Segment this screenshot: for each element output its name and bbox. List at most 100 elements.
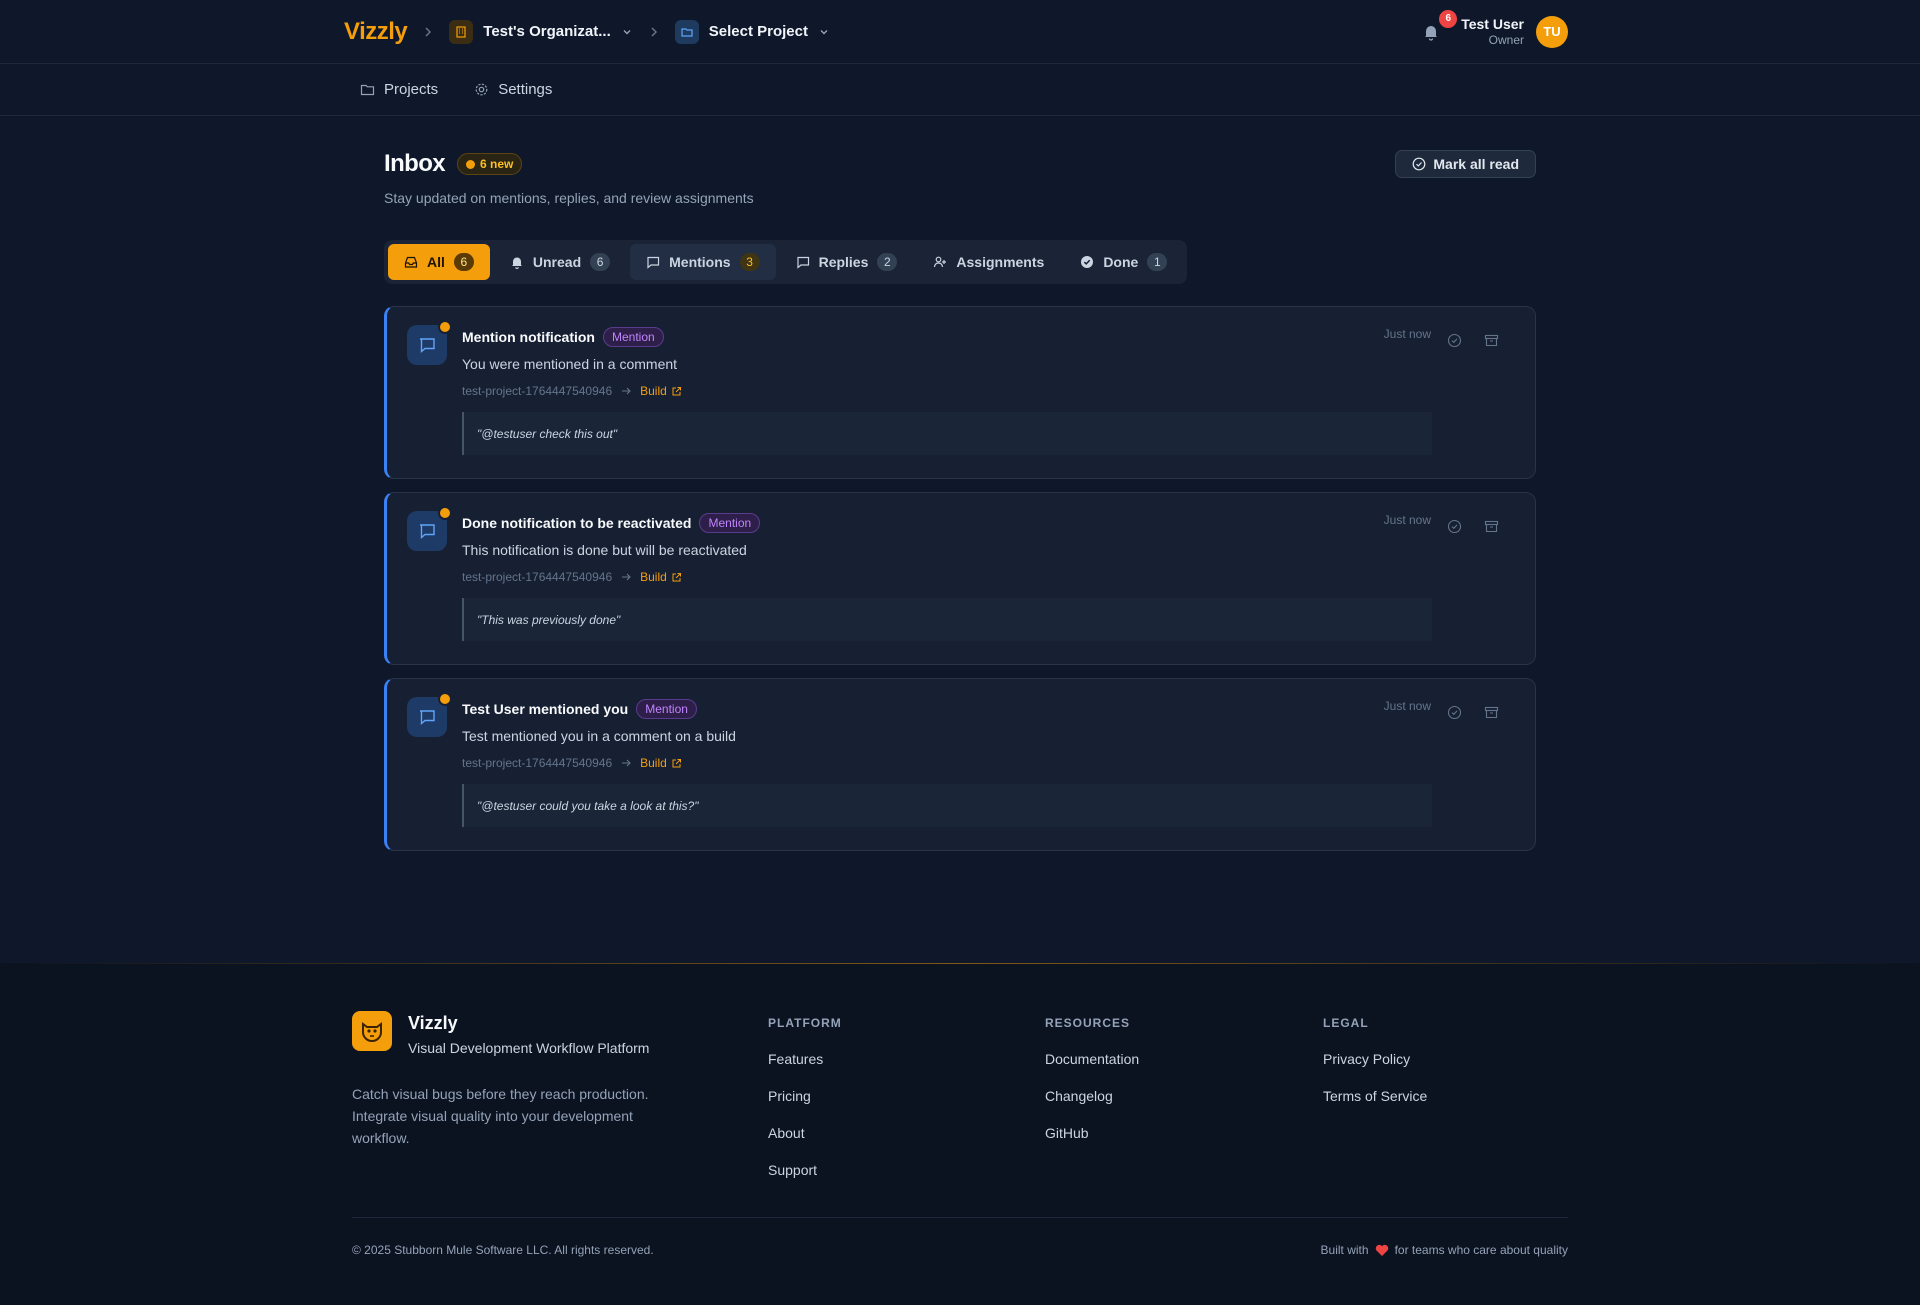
- build-link[interactable]: Build: [640, 384, 682, 398]
- mark-all-read-label: Mark all read: [1433, 156, 1519, 172]
- notification-card[interactable]: Test User mentioned you Mention Test men…: [384, 678, 1536, 851]
- notification-time: Just now: [1383, 513, 1431, 527]
- copyright: © 2025 Stubborn Mule Software LLC. All r…: [352, 1243, 654, 1257]
- tab-assignments[interactable]: Assignments: [917, 244, 1060, 280]
- vizzly-logo[interactable]: Vizzly: [344, 18, 408, 46]
- notification-text: This notification is done but will be re…: [462, 542, 747, 558]
- chevron-right-icon: [421, 25, 435, 39]
- notification-card[interactable]: Mention notification Mention You were me…: [384, 306, 1536, 479]
- org-name: Test's Organizat...: [483, 23, 611, 40]
- footer-link-changelog[interactable]: Changelog: [1045, 1088, 1139, 1104]
- notification-count-badge: 6: [1439, 9, 1458, 28]
- build-link[interactable]: Build: [640, 570, 682, 584]
- new-count-badge: 6 new: [457, 153, 523, 175]
- footer-column-heading: RESOURCES: [1045, 1016, 1131, 1030]
- footer-description: Catch visual bugs before they reach prod…: [352, 1086, 649, 1146]
- footer-tagline: Visual Development Workflow Platform: [408, 1040, 650, 1056]
- footer-link-privacy[interactable]: Privacy Policy: [1323, 1051, 1427, 1067]
- external-link-icon: [671, 386, 682, 397]
- notification-time: Just now: [1383, 327, 1431, 341]
- mark-done-icon[interactable]: [1447, 705, 1462, 720]
- notification-list: Mention notification Mention You were me…: [384, 306, 1536, 851]
- folder-icon: [360, 82, 375, 97]
- check-circle-icon: [1412, 157, 1426, 171]
- mention-badge: Mention: [636, 699, 697, 719]
- external-link-icon: [671, 572, 682, 583]
- project-name: test-project-1764447540946: [462, 756, 613, 770]
- nav-settings-label: Settings: [498, 81, 553, 98]
- footer-link-support[interactable]: Support: [768, 1162, 842, 1178]
- comment-quote: "@testuser check this out": [462, 412, 1432, 455]
- top-bar: Vizzly Test's Organizat... Select Projec…: [0, 0, 1920, 64]
- tab-replies[interactable]: Replies 2: [780, 244, 914, 280]
- footer-link-about[interactable]: About: [768, 1125, 842, 1141]
- page-title: Inbox: [384, 150, 446, 177]
- comment-icon: [646, 255, 660, 269]
- footer-link-pricing[interactable]: Pricing: [768, 1088, 842, 1104]
- footer-column-heading: PLATFORM: [768, 1016, 842, 1030]
- footer-link-features[interactable]: Features: [768, 1051, 842, 1067]
- arrow-right-icon: [620, 757, 632, 769]
- notification-text: You were mentioned in a comment: [462, 356, 678, 372]
- user-name: Test User: [1461, 15, 1524, 32]
- tab-done-label: Done: [1103, 254, 1139, 270]
- nav-settings[interactable]: Settings: [474, 81, 552, 98]
- footer-column-legal: LEGAL Privacy Policy Terms of Service: [1323, 1011, 1427, 1104]
- tab-unread-label: Unread: [532, 254, 582, 270]
- notification-card[interactable]: Done notification to be reactivated Ment…: [384, 492, 1536, 665]
- build-link-label: Build: [640, 756, 667, 770]
- tab-done[interactable]: Done 1: [1064, 244, 1183, 280]
- sub-navigation: Projects Settings: [0, 64, 1920, 116]
- footer-brand-name: Vizzly: [408, 1013, 458, 1033]
- notifications-button[interactable]: 6: [1419, 9, 1458, 44]
- project-name: Select Project: [708, 23, 808, 40]
- tab-mentions[interactable]: Mentions 3: [630, 244, 776, 280]
- tab-unread[interactable]: Unread 6: [494, 244, 626, 280]
- mention-badge: Mention: [699, 513, 761, 533]
- inbox-main: Inbox 6 new Stay updated on mentions, re…: [384, 116, 1536, 851]
- reply-icon: [796, 255, 810, 269]
- building-icon: [449, 19, 474, 44]
- comment-icon: [407, 320, 452, 365]
- project-name: test-project-1764447540946: [462, 384, 613, 398]
- build-link-label: Build: [640, 384, 667, 398]
- chevron-right-icon: [647, 25, 661, 39]
- mark-done-icon[interactable]: [1447, 519, 1462, 534]
- archive-icon[interactable]: [1484, 333, 1499, 348]
- comment-quote: "This was previously done": [462, 598, 1432, 641]
- mark-done-icon[interactable]: [1447, 333, 1462, 348]
- bell-icon: [1422, 23, 1440, 41]
- footer-column-heading: LEGAL: [1323, 1016, 1369, 1030]
- user-role: Owner: [1488, 32, 1524, 47]
- user-plus-icon: [933, 255, 947, 269]
- tab-replies-count: 2: [877, 253, 898, 271]
- footer-link-documentation[interactable]: Documentation: [1045, 1051, 1139, 1067]
- nav-projects[interactable]: Projects: [360, 81, 438, 98]
- archive-icon[interactable]: [1484, 519, 1499, 534]
- tab-mentions-count: 3: [739, 253, 760, 271]
- tab-all[interactable]: All 6: [388, 244, 490, 280]
- notification-title: Done notification to be reactivated: [462, 515, 692, 531]
- unread-indicator: [438, 506, 452, 520]
- footer-column-resources: RESOURCES Documentation Changelog GitHub: [1045, 1011, 1139, 1141]
- folder-icon: [674, 19, 699, 44]
- archive-icon[interactable]: [1484, 705, 1499, 720]
- check-circle-icon: [1080, 255, 1094, 269]
- org-switcher[interactable]: Test's Organizat...: [449, 19, 633, 44]
- user-menu[interactable]: Test User Owner: [1461, 16, 1524, 48]
- mark-all-read-button[interactable]: Mark all read: [1395, 150, 1536, 178]
- tab-all-count: 6: [453, 253, 474, 271]
- project-switcher[interactable]: Select Project: [674, 19, 830, 44]
- footer-divider: [0, 963, 1920, 964]
- footer-column-platform: PLATFORM Features Pricing About Support: [768, 1011, 842, 1178]
- footer-link-github[interactable]: GitHub: [1045, 1125, 1139, 1141]
- build-link[interactable]: Build: [640, 756, 682, 770]
- avatar[interactable]: TU: [1536, 15, 1568, 48]
- footer-bottom: © 2025 Stubborn Mule Software LLC. All r…: [352, 1217, 1568, 1257]
- notification-text: Test mentioned you in a comment on a bui…: [462, 728, 736, 744]
- tab-unread-count: 6: [590, 253, 611, 271]
- tab-all-label: All: [427, 254, 445, 270]
- project-name: test-project-1764447540946: [462, 570, 613, 584]
- heart-icon: [1375, 1244, 1389, 1257]
- footer-link-terms[interactable]: Terms of Service: [1323, 1088, 1427, 1104]
